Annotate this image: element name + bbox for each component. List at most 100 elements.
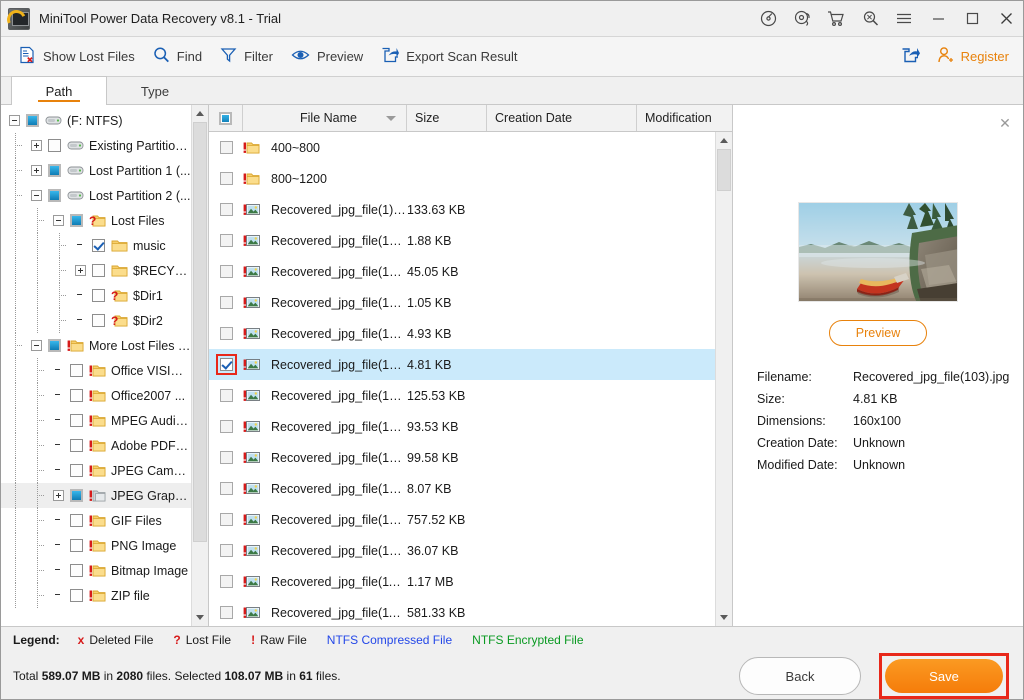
tree-item[interactable]: JPEG Graphi...	[1, 483, 191, 508]
row-checkbox-cell[interactable]	[209, 451, 243, 464]
tree-item-checkbox[interactable]	[92, 264, 105, 277]
preview-action-button[interactable]: Preview	[828, 320, 928, 346]
list-scroll-up-button[interactable]	[716, 132, 732, 149]
table-row[interactable]: Recovered_jpg_file(103).... 4.81 KB	[209, 349, 715, 380]
close-icon[interactable]	[989, 1, 1023, 37]
tree-item-checkbox[interactable]	[70, 389, 83, 402]
column-header-modification-date[interactable]: Modification	[637, 105, 732, 131]
tree-item[interactable]: GIF Files	[1, 508, 191, 533]
tree-item[interactable]: Bitmap Image	[1, 558, 191, 583]
table-row[interactable]: Recovered_jpg_file(107).... 8.07 KB	[209, 473, 715, 504]
back-button[interactable]: Back	[739, 657, 861, 695]
table-row[interactable]: Recovered_jpg_file(11).jpg 1.17 MB	[209, 566, 715, 597]
tree-item-checkbox[interactable]	[92, 314, 105, 327]
table-row[interactable]: Recovered_jpg_file(101).... 1.05 KB	[209, 287, 715, 318]
magnifier-icon[interactable]	[853, 1, 887, 37]
tree-item-checkbox[interactable]	[70, 489, 83, 502]
tree-scroll-down-button[interactable]	[192, 609, 208, 626]
select-all-checkbox[interactable]	[219, 111, 232, 125]
row-checkbox[interactable]	[219, 606, 233, 619]
minimize-icon[interactable]	[921, 1, 955, 37]
collapse-icon[interactable]	[53, 215, 64, 226]
find-button[interactable]: Find	[147, 42, 214, 71]
tree-item-checkbox[interactable]	[48, 189, 61, 202]
row-checkbox-cell[interactable]	[209, 203, 243, 216]
tree-item[interactable]: music	[1, 233, 191, 258]
select-all-header-cell[interactable]	[209, 105, 243, 131]
tree-item[interactable]: PNG Image	[1, 533, 191, 558]
row-checkbox-cell[interactable]	[209, 513, 243, 526]
show-lost-files-button[interactable]: Show Lost Files	[13, 42, 147, 71]
file-list-scrollbar[interactable]	[715, 132, 732, 626]
expand-icon[interactable]	[31, 140, 42, 151]
tree-item-checkbox[interactable]	[70, 589, 83, 602]
tree-scroll-track[interactable]	[192, 122, 208, 609]
tree-item[interactable]: Adobe PDF file	[1, 433, 191, 458]
share-icon[interactable]	[901, 46, 921, 67]
tree-item[interactable]: ZIP file	[1, 583, 191, 608]
row-checkbox[interactable]	[219, 420, 233, 433]
collapse-icon[interactable]	[9, 115, 20, 126]
expand-icon[interactable]	[53, 490, 64, 501]
file-rows-container[interactable]: 400~800 800~1200 Recovered_jpg_file(1).jpg…	[209, 132, 715, 626]
collapse-icon[interactable]	[31, 190, 42, 201]
tab-type[interactable]: Type	[107, 77, 203, 104]
row-checkbox-cell[interactable]	[209, 172, 243, 185]
row-checkbox[interactable]	[219, 544, 233, 557]
expand-icon[interactable]	[31, 165, 42, 176]
table-row[interactable]: Recovered_jpg_file(100).... 45.05 KB	[209, 256, 715, 287]
table-row[interactable]: Recovered_jpg_file(109).... 36.07 KB	[209, 535, 715, 566]
row-checkbox[interactable]	[215, 354, 237, 375]
column-header-size[interactable]: Size	[407, 105, 487, 131]
tree-item[interactable]: More Lost Files (...	[1, 333, 191, 358]
row-checkbox[interactable]	[219, 296, 233, 309]
table-row[interactable]: Recovered_jpg_file(108).... 757.52 KB	[209, 504, 715, 535]
list-scroll-down-button[interactable]	[716, 609, 732, 626]
tree-item[interactable]: MPEG Audio ...	[1, 408, 191, 433]
tree-item[interactable]: ? $Dir1	[1, 283, 191, 308]
tree-item[interactable]: Lost Partition 1 (...	[1, 158, 191, 183]
tree-item[interactable]: Office VISIO ...	[1, 358, 191, 383]
disc-scan-icon[interactable]	[751, 1, 785, 37]
tree-item-checkbox[interactable]	[92, 239, 105, 252]
table-row[interactable]: Recovered_jpg_file(105).... 93.53 KB	[209, 411, 715, 442]
collapse-icon[interactable]	[31, 340, 42, 351]
tree-item[interactable]: Office2007 ...	[1, 383, 191, 408]
register-button[interactable]: Register	[937, 46, 1009, 67]
row-checkbox[interactable]	[219, 575, 233, 588]
maximize-icon[interactable]	[955, 1, 989, 37]
tree-item-checkbox[interactable]	[70, 564, 83, 577]
row-checkbox-cell[interactable]	[209, 606, 243, 619]
table-row[interactable]: Recovered_jpg_file(10).jpg 1.88 KB	[209, 225, 715, 256]
tree-item-checkbox[interactable]	[92, 289, 105, 302]
table-row[interactable]: Recovered_jpg_file(110).j...581.33 KB	[209, 597, 715, 626]
row-checkbox-cell[interactable]	[209, 389, 243, 402]
tree-item-checkbox[interactable]	[48, 164, 61, 177]
tree-item[interactable]: $RECYC...	[1, 258, 191, 283]
column-header-creation-date[interactable]: Creation Date	[487, 105, 637, 131]
row-checkbox[interactable]	[219, 451, 233, 464]
shopping-cart-icon[interactable]	[819, 1, 853, 37]
tree-item-checkbox[interactable]	[26, 114, 39, 127]
row-checkbox[interactable]	[219, 203, 233, 216]
tree-item[interactable]: ? $Dir2	[1, 308, 191, 333]
expand-icon[interactable]	[75, 265, 86, 276]
filter-button[interactable]: Filter	[214, 42, 285, 71]
row-checkbox-cell[interactable]	[209, 234, 243, 247]
list-scroll-thumb[interactable]	[717, 149, 731, 191]
row-checkbox-cell[interactable]	[209, 327, 243, 340]
row-checkbox-cell[interactable]	[209, 420, 243, 433]
tree-item-checkbox[interactable]	[70, 414, 83, 427]
row-checkbox[interactable]	[219, 141, 233, 154]
tree-item[interactable]: ? Lost Files	[1, 208, 191, 233]
row-checkbox[interactable]	[219, 265, 233, 278]
tree-item-checkbox[interactable]	[70, 214, 83, 227]
save-button[interactable]: Save	[885, 659, 1003, 693]
row-checkbox[interactable]	[219, 513, 233, 526]
tree-item[interactable]: JPEG Camer...	[1, 458, 191, 483]
row-checkbox[interactable]	[219, 327, 233, 340]
table-row[interactable]: Recovered_jpg_file(102).... 4.93 KB	[209, 318, 715, 349]
tab-path[interactable]: Path	[11, 76, 107, 105]
row-checkbox[interactable]	[219, 482, 233, 495]
table-row[interactable]: Recovered_jpg_file(106).... 99.58 KB	[209, 442, 715, 473]
